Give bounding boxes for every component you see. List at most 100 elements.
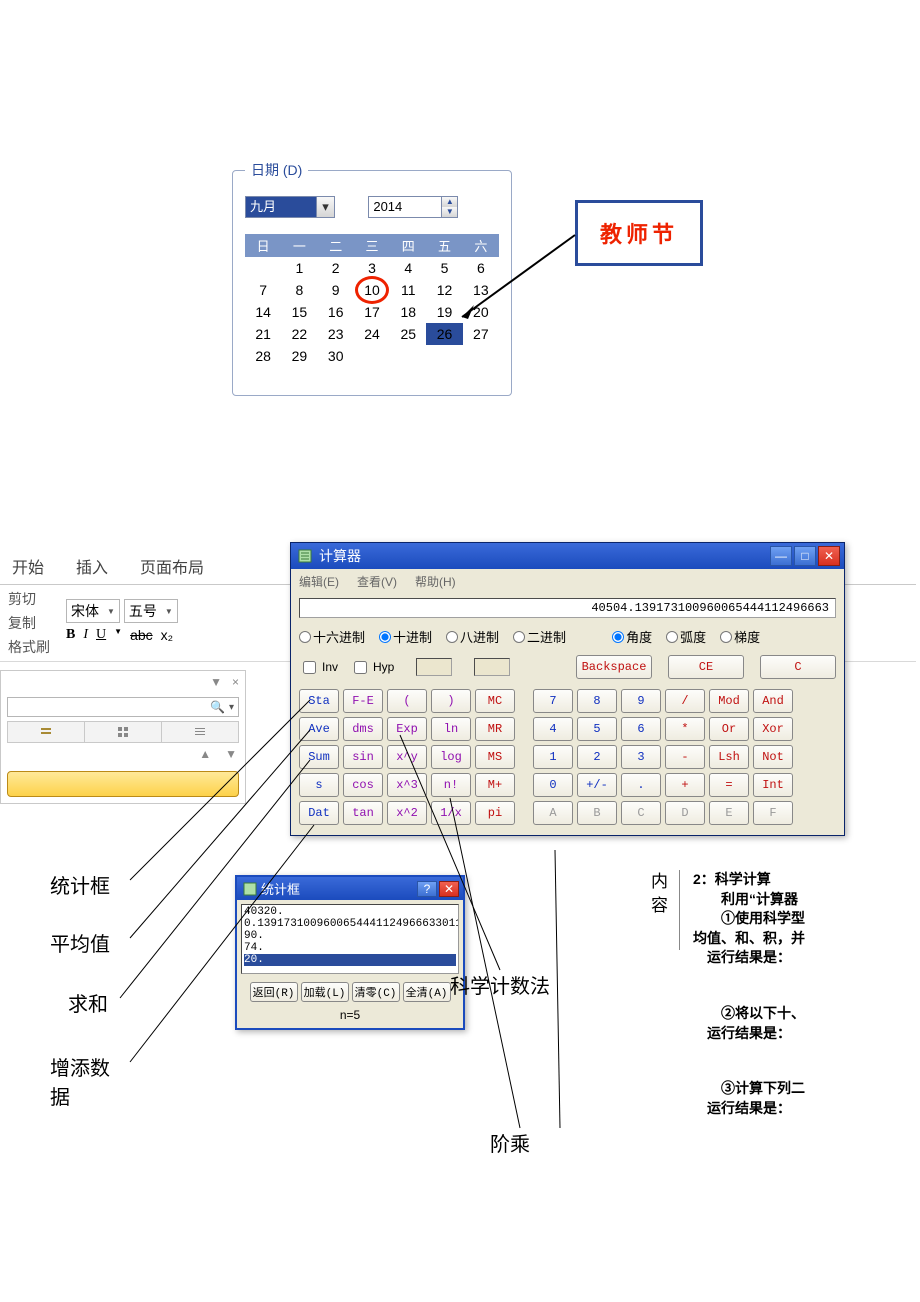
calc-key-[interactable]: - [665,745,705,769]
subscript-button[interactable]: x₂ [161,627,173,643]
calc-key-[interactable]: +/- [577,773,617,797]
close-button[interactable]: ✕ [818,546,840,566]
nav-tab-3[interactable] [162,722,238,742]
font-size-select[interactable]: 五号▼ [124,599,178,623]
angle-deg[interactable]: 角度 [612,627,652,646]
year-down-icon[interactable]: ▼ [442,207,457,217]
calc-key-[interactable]: ( [387,689,427,713]
calc-key-sum[interactable]: Sum [299,745,339,769]
calendar-day[interactable]: 30 [318,345,354,367]
tab-insert[interactable]: 插入 [60,548,124,584]
calendar-day[interactable]: 26 [426,323,462,345]
calendar-day[interactable]: 19 [426,301,462,323]
calc-key-[interactable]: = [709,773,749,797]
nav-tab-2[interactable] [85,722,162,742]
calc-key-exp[interactable]: Exp [387,717,427,741]
navpane-dropdown-icon[interactable]: ▼ [210,675,222,689]
calendar-day[interactable]: 16 [318,301,354,323]
radix-dec[interactable]: 十进制 [379,627,432,646]
calc-key-7[interactable]: 7 [533,689,573,713]
calc-key-not[interactable]: Not [753,745,793,769]
calc-key-1x[interactable]: 1/x [431,801,471,825]
calc-key-sin[interactable]: sin [343,745,383,769]
radix-bin[interactable]: 二进制 [513,627,566,646]
menu-help[interactable]: 帮助(H) [415,573,456,590]
calendar-day[interactable]: 8 [281,279,317,301]
italic-button[interactable]: I [83,627,88,643]
calendar-day[interactable]: 17 [354,301,390,323]
stats-line[interactable]: 90. [244,930,456,942]
format-painter-button[interactable]: 格式刷 [8,637,50,657]
calc-key-cos[interactable]: cos [343,773,383,797]
calc-key-dat[interactable]: Dat [299,801,339,825]
nav-down-icon[interactable]: ▼ [225,747,237,761]
stats-clear-button[interactable]: 清零(C) [352,982,400,1002]
calc-key-[interactable]: ) [431,689,471,713]
calc-key-4[interactable]: 4 [533,717,573,741]
calc-key-1[interactable]: 1 [533,745,573,769]
calc-key-ave[interactable]: Ave [299,717,339,741]
calendar-day[interactable]: 27 [463,323,499,345]
calc-key-[interactable]: . [621,773,661,797]
stats-close-button[interactable]: ✕ [439,881,459,897]
menu-view[interactable]: 查看(V) [357,573,397,590]
calc-key-8[interactable]: 8 [577,689,617,713]
calc-key-lsh[interactable]: Lsh [709,745,749,769]
bold-button[interactable]: B [66,627,75,643]
calendar-day[interactable]: 22 [281,323,317,345]
calc-key-s[interactable]: s [299,773,339,797]
cut-button[interactable]: 剪切 [8,589,50,609]
calc-key-x2[interactable]: x^2 [387,801,427,825]
calendar-day[interactable]: 11 [390,279,426,301]
calendar-day[interactable]: 28 [245,345,281,367]
stats-line[interactable]: 40320. [244,906,456,918]
stats-load-button[interactable]: 加载(L) [301,982,349,1002]
navpane-search[interactable]: 🔍 ▾ [7,697,239,717]
font-name-select[interactable]: 宋体▼ [66,599,120,623]
calendar-day[interactable]: 7 [245,279,281,301]
nav-up-icon[interactable]: ▲ [199,747,211,761]
calc-key-[interactable]: + [665,773,705,797]
stats-allclear-button[interactable]: 全清(A) [403,982,451,1002]
stats-return-button[interactable]: 返回(R) [250,982,298,1002]
calendar-day[interactable]: 9 [318,279,354,301]
angle-rad[interactable]: 弧度 [666,627,706,646]
calendar-day[interactable]: 18 [390,301,426,323]
calendar-day[interactable]: 12 [426,279,462,301]
month-select[interactable]: 九月 ▾ [245,196,335,218]
calc-key-m[interactable]: M+ [475,773,515,797]
backspace-button[interactable]: Backspace [576,655,652,679]
stats-line[interactable]: 0.1391731009600654441124966​6330111 [244,918,456,930]
calc-key-0[interactable]: 0 [533,773,573,797]
calc-key-2[interactable]: 2 [577,745,617,769]
calendar-day[interactable]: 29 [281,345,317,367]
calc-key-mc[interactable]: MC [475,689,515,713]
calendar-day[interactable]: 10 [354,279,390,301]
minimize-button[interactable]: — [770,546,792,566]
strike-button[interactable]: abc [130,627,153,643]
calendar-day[interactable]: 24 [354,323,390,345]
month-dropdown-icon[interactable]: ▾ [316,197,334,217]
calendar-day[interactable]: 6 [463,257,499,279]
underline-button[interactable]: U [96,627,106,643]
tab-home[interactable]: 开始 [0,548,60,584]
calc-key-and[interactable]: And [753,689,793,713]
c-button[interactable]: C [760,655,836,679]
calendar-day[interactable]: 13 [463,279,499,301]
calendar-day[interactable]: 4 [390,257,426,279]
calc-key-ln[interactable]: ln [431,717,471,741]
stats-line-selected[interactable]: 20. [244,954,456,966]
calendar-day[interactable]: 2 [318,257,354,279]
calendar-day[interactable]: 5 [426,257,462,279]
calendar-day[interactable]: 15 [281,301,317,323]
angle-grad[interactable]: 梯度 [720,627,760,646]
calc-key-log[interactable]: log [431,745,471,769]
stats-help-button[interactable]: ? [417,881,437,897]
calc-key-tan[interactable]: tan [343,801,383,825]
calc-key-dms[interactable]: dms [343,717,383,741]
calc-key-mr[interactable]: MR [475,717,515,741]
navpane-close-icon[interactable]: × [232,675,239,689]
nav-tab-1[interactable] [8,722,85,742]
calc-key-6[interactable]: 6 [621,717,661,741]
inv-checkbox[interactable]: Inv [299,658,338,677]
